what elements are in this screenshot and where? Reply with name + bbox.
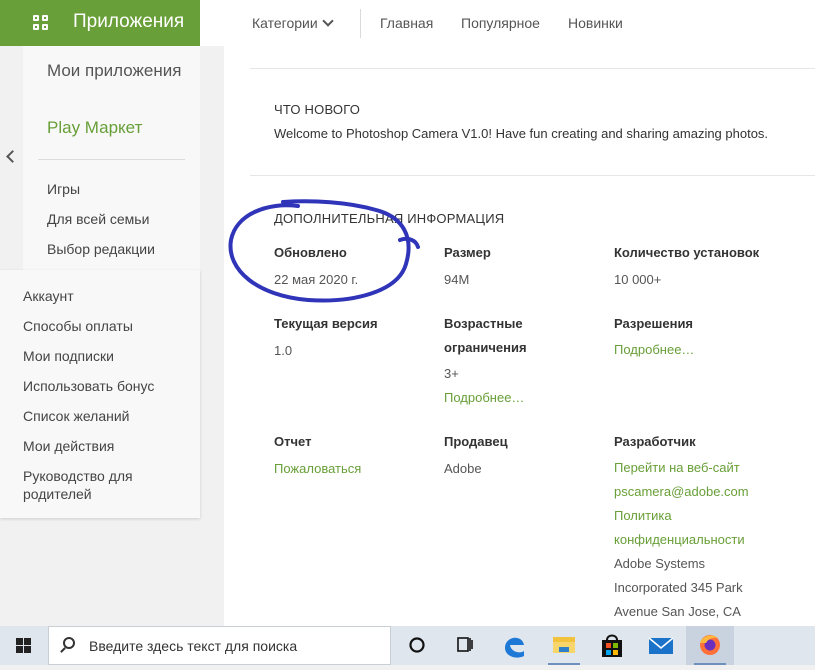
installs-value: 10 000+	[614, 272, 662, 287]
account-menu-item-subscriptions[interactable]: Мои подписки	[23, 347, 193, 365]
account-menu-item-activity[interactable]: Мои действия	[23, 437, 193, 455]
seller-value: Adobe	[444, 461, 482, 476]
apps-header[interactable]: Приложения	[0, 0, 200, 46]
account-menu-item-wishlist[interactable]: Список желаний	[23, 407, 193, 425]
report-link[interactable]: Пожаловаться	[274, 457, 361, 481]
sidebar-collapse-button[interactable]	[0, 46, 23, 270]
whats-new-heading: ЧТО НОВОГО	[274, 102, 361, 117]
taskbar-search-box[interactable]: Введите здесь текст для поиска	[48, 626, 391, 665]
developer-address-line3: Avenue San Jose, CA	[614, 604, 741, 619]
sidebar-item-my-apps[interactable]: Мои приложения	[47, 61, 187, 81]
store-bag-icon	[602, 634, 622, 657]
version-value: 1.0	[274, 343, 293, 358]
account-menu: Аккаунт Способы оплаты Мои подписки Испо…	[0, 270, 200, 518]
developer-address-line1: Adobe Systems	[614, 556, 706, 571]
mail-button[interactable]	[637, 626, 685, 665]
developer-website-link[interactable]: Перейти на веб-сайт	[614, 456, 740, 480]
account-menu-item-payment-methods[interactable]: Способы оплаты	[23, 317, 193, 335]
firefox-icon	[700, 635, 720, 655]
report-label: Отчет	[274, 434, 312, 449]
account-menu-item-redeem[interactable]: Использовать бонус	[23, 377, 193, 395]
windows-taskbar: Введите здесь текст для поиска	[0, 626, 815, 665]
additional-info-heading: ДОПОЛНИТЕЛЬНАЯ ИНФОРМАЦИЯ	[274, 211, 505, 226]
start-button[interactable]	[0, 626, 46, 665]
privacy-policy-link-line2[interactable]: конфиденциальности	[614, 528, 745, 552]
search-icon	[63, 637, 75, 649]
top-navigation: Категории Главная Популярное Новинки	[200, 0, 815, 46]
nav-divider	[360, 9, 361, 38]
apps-title: Приложения	[73, 11, 185, 32]
age-rating-label-line1: Возрастные	[444, 316, 523, 331]
taskbar-search-placeholder: Введите здесь текст для поиска	[89, 638, 298, 654]
permissions-label: Разрешения	[614, 316, 694, 331]
size-label: Размер	[444, 245, 491, 260]
age-rating-label-line2: ограничения	[444, 340, 527, 355]
app-details: ЧТО НОВОГО Welcome to Photoshop Camera V…	[224, 46, 815, 626]
age-rating-more-link[interactable]: Подробнее…	[444, 386, 524, 410]
account-menu-item-account[interactable]: Аккаунт	[23, 287, 193, 305]
mail-icon	[648, 637, 674, 654]
seller-label: Продавец	[444, 434, 508, 449]
file-explorer-button[interactable]	[540, 626, 588, 665]
store-button[interactable]	[588, 626, 636, 665]
sidebar-item-games[interactable]: Игры	[47, 181, 80, 197]
folder-icon	[553, 637, 575, 653]
nav-new[interactable]: Новинки	[568, 15, 623, 31]
nav-home[interactable]: Главная	[380, 15, 433, 31]
updated-label: Обновлено	[274, 245, 347, 260]
task-view-button[interactable]	[441, 626, 489, 665]
firefox-button[interactable]	[686, 626, 734, 665]
size-value: 94M	[444, 272, 470, 287]
cortana-circle-icon	[409, 637, 425, 653]
installs-label: Количество установок	[614, 245, 760, 260]
cortana-button[interactable]	[393, 626, 441, 665]
section-divider	[250, 175, 815, 176]
edge-browser-button[interactable]	[490, 626, 538, 665]
age-rating-value: 3+	[444, 366, 459, 381]
version-label: Текущая версия	[274, 316, 378, 331]
developer-label: Разработчик	[614, 434, 696, 449]
whats-new-text: Welcome to Photoshop Camera V1.0! Have f…	[274, 126, 769, 141]
nav-popular[interactable]: Популярное	[461, 15, 540, 31]
edge-icon	[505, 637, 524, 658]
privacy-policy-link-line1[interactable]: Политика	[614, 504, 672, 528]
account-menu-item-parent-guide[interactable]: Руководство для родителей	[23, 467, 163, 503]
developer-address-line2: Incorporated 345 Park	[614, 580, 743, 595]
developer-email-link[interactable]: pscamera@adobe.com	[614, 480, 749, 504]
permissions-more-link[interactable]: Подробнее…	[614, 338, 694, 362]
updated-value: 22 мая 2020 г.	[274, 272, 359, 287]
apps-grid-icon	[33, 15, 49, 31]
categories-label: Категории	[252, 15, 318, 31]
sidebar-item-family[interactable]: Для всей семьи	[47, 211, 149, 227]
task-view-icon	[457, 637, 473, 652]
section-divider	[250, 68, 815, 69]
categories-dropdown[interactable]: Категории	[252, 15, 334, 31]
chevron-left-icon	[6, 150, 19, 163]
chevron-down-icon	[322, 15, 334, 27]
sidebar-item-editors-choice[interactable]: Выбор редакции	[47, 241, 155, 257]
sidebar-divider	[38, 159, 185, 160]
sidebar-item-play-market[interactable]: Play Маркет	[47, 118, 142, 138]
